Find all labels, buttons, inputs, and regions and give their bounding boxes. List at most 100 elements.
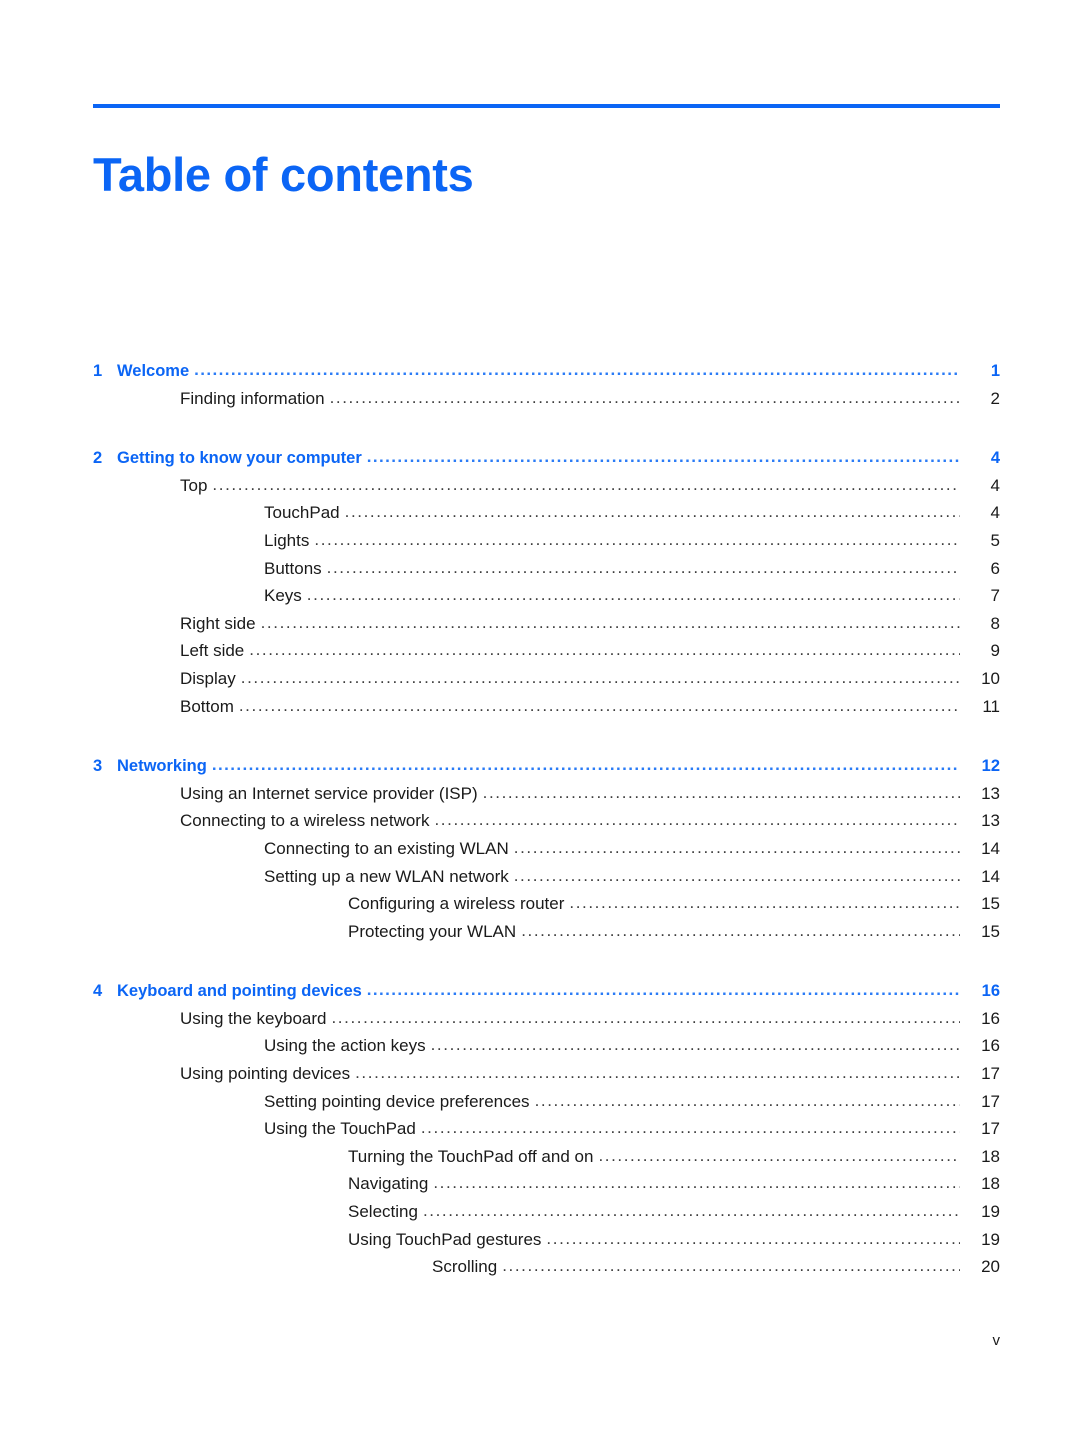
toc-dot-leader: ........................................… xyxy=(366,980,960,1000)
toc-section-entry[interactable]: Display.................................… xyxy=(93,667,1000,697)
toc-section-entry[interactable]: Connecting to a wireless network........… xyxy=(93,810,1000,839)
toc-entry-label: Finding information xyxy=(180,388,325,408)
toc-chapter-entry[interactable]: 2 Getting to know your computer..........… xyxy=(93,447,1000,476)
toc-chapter-entry[interactable]: 1 Welcome................................… xyxy=(93,360,1000,389)
toc-entry-page-number: 18 xyxy=(981,1146,1000,1166)
toc-section-entry[interactable]: Using TouchPad gestures.................… xyxy=(93,1228,1000,1258)
toc-entry-page-number: 7 xyxy=(990,586,1000,606)
toc-entry-label: Navigating xyxy=(348,1174,429,1194)
toc-entry-label: Using the keyboard xyxy=(180,1008,327,1028)
toc-entry-label: Protecting your WLAN xyxy=(348,921,517,941)
toc-section-entry[interactable]: Setting pointing device preferences.....… xyxy=(93,1090,1000,1120)
toc-entry-label: Using pointing devices xyxy=(180,1064,351,1084)
toc-entry-page-number: 1 xyxy=(990,362,1000,380)
toc-section-entry[interactable]: Keys....................................… xyxy=(93,585,1000,614)
toc-dot-leader: ........................................… xyxy=(326,557,960,577)
toc-entry-page-number: 8 xyxy=(990,613,1000,633)
toc-section-entry[interactable]: Setting up a new WLAN network...........… xyxy=(93,865,1000,895)
toc-entry-label: Keyboard and pointing devices xyxy=(117,982,362,1001)
toc-entry-label: Lights xyxy=(264,530,310,550)
toc-entry-label: TouchPad xyxy=(264,503,340,523)
toc-section-entry[interactable]: Left side...............................… xyxy=(93,640,1000,669)
toc-dot-leader: ........................................… xyxy=(513,837,960,857)
toc-section-entry[interactable]: Connecting to an existing WLAN..........… xyxy=(93,837,1000,867)
toc-dot-leader: ........................................… xyxy=(422,1201,960,1221)
toc-dot-leader: ........................................… xyxy=(433,1173,960,1193)
toc-entry-label: Configuring a wireless router xyxy=(348,894,565,914)
toc-entry-page-number: 4 xyxy=(990,449,1000,468)
toc-entry-label: Using the action keys xyxy=(264,1036,426,1056)
toc-dot-leader: ........................................… xyxy=(546,1228,960,1248)
toc-section-entry[interactable]: Bottom..................................… xyxy=(93,696,1000,725)
toc-entry-page-number: 13 xyxy=(981,811,1000,831)
toc-entry-label: Bottom xyxy=(180,696,234,716)
toc-dot-leader: ........................................… xyxy=(569,893,960,913)
toc-entry-page-number: 15 xyxy=(981,921,1000,941)
document-page: Table of contents 1 Welcome..............… xyxy=(0,0,1080,1437)
toc-entry-page-number: 14 xyxy=(981,866,1000,886)
toc-entry-label: Keys xyxy=(264,586,302,606)
table-of-contents: 1 Welcome................................… xyxy=(93,360,1000,1285)
toc-section-entry[interactable]: Finding information.....................… xyxy=(93,388,1000,417)
toc-dot-leader: ........................................… xyxy=(430,1035,960,1055)
toc-entry-page-number: 2 xyxy=(990,388,1000,408)
toc-entry-label: Connecting to an existing WLAN xyxy=(264,838,509,858)
toc-dot-leader: ........................................… xyxy=(355,1063,960,1083)
toc-section-entry[interactable]: Lights..................................… xyxy=(93,530,1000,559)
toc-entry-label: Turning the TouchPad off and on xyxy=(348,1146,594,1166)
toc-entry-label: Left side xyxy=(180,641,245,661)
toc-dot-leader: ........................................… xyxy=(434,810,960,830)
toc-entry-label: Setting pointing device preferences xyxy=(264,1091,530,1111)
toc-section-entry[interactable]: Using the keyboard......................… xyxy=(93,1007,1000,1037)
title-rule xyxy=(93,104,1000,108)
toc-dot-leader: ........................................… xyxy=(513,865,960,885)
toc-section-entry[interactable]: Using an Internet service provider (ISP)… xyxy=(93,783,1000,812)
toc-section-entry[interactable]: Buttons.................................… xyxy=(93,557,1000,587)
toc-chapter-entry[interactable]: 4 Keyboard and pointing devices..........… xyxy=(93,980,1000,1009)
toc-entry-page-number: 17 xyxy=(981,1091,1000,1111)
toc-section-entry[interactable]: Using pointing devices..................… xyxy=(93,1063,1000,1092)
toc-section-entry[interactable]: Using the action keys...................… xyxy=(93,1035,1000,1064)
toc-dot-leader: ........................................… xyxy=(502,1256,960,1276)
toc-section-entry[interactable]: Configuring a wireless router...........… xyxy=(93,893,1000,922)
toc-entry-label: Networking xyxy=(117,757,207,776)
toc-entry-label: Buttons xyxy=(264,558,322,578)
toc-entry-page-number: 11 xyxy=(982,696,1000,716)
toc-dot-leader: ........................................… xyxy=(212,474,960,494)
toc-dot-leader: ........................................… xyxy=(331,1007,960,1027)
toc-section-entry[interactable]: Protecting your WLAN....................… xyxy=(93,920,1000,950)
toc-entry-page-number: 19 xyxy=(981,1229,1000,1249)
toc-dot-leader: ........................................… xyxy=(306,585,960,605)
toc-entry-page-number: 5 xyxy=(990,530,1000,550)
toc-section-entry[interactable]: Top.....................................… xyxy=(93,474,1000,504)
toc-entry-label: Selecting xyxy=(348,1202,418,1222)
toc-entry-label: Display xyxy=(180,668,236,688)
toc-dot-leader: ........................................… xyxy=(534,1090,960,1110)
toc-entry-label: Welcome xyxy=(117,362,190,380)
toc-chapter-number: 3 xyxy=(93,757,103,776)
toc-entry-label: Using TouchPad gestures xyxy=(348,1229,542,1249)
toc-entry-page-number: 10 xyxy=(981,668,1000,688)
toc-entry-page-number: 20 xyxy=(981,1257,1000,1277)
toc-section-entry[interactable]: Using the TouchPad......................… xyxy=(93,1118,1000,1147)
toc-entry-page-number: 16 xyxy=(981,1008,1000,1028)
toc-dot-leader: ........................................… xyxy=(521,920,960,940)
toc-entry-page-number: 16 xyxy=(981,1036,1000,1056)
toc-section-entry[interactable]: Right side..............................… xyxy=(93,613,1000,642)
toc-chapter-number: 4 xyxy=(93,982,103,1001)
toc-section-entry[interactable]: Selecting...............................… xyxy=(93,1201,1000,1230)
toc-chapter-entry[interactable]: 3 Networking.............................… xyxy=(93,755,1000,784)
toc-entry-page-number: 17 xyxy=(981,1119,1000,1139)
toc-dot-leader: ........................................… xyxy=(240,667,960,687)
toc-section-entry[interactable]: Scrolling...............................… xyxy=(93,1256,1000,1285)
toc-entry-page-number: 14 xyxy=(981,838,1000,858)
toc-section-entry[interactable]: Navigating..............................… xyxy=(93,1173,1000,1202)
toc-entry-label: Using the TouchPad xyxy=(264,1119,416,1139)
toc-entry-label: Setting up a new WLAN network xyxy=(264,866,509,886)
toc-section-entry[interactable]: TouchPad................................… xyxy=(93,502,1000,531)
toc-section-entry[interactable]: Turning the TouchPad off and on.........… xyxy=(93,1146,1000,1175)
toc-entry-page-number: 16 xyxy=(981,982,1000,1001)
toc-entry-label: Using an Internet service provider (ISP) xyxy=(180,783,478,803)
toc-entry-page-number: 17 xyxy=(981,1064,1000,1084)
toc-dot-leader: ........................................… xyxy=(344,502,960,522)
